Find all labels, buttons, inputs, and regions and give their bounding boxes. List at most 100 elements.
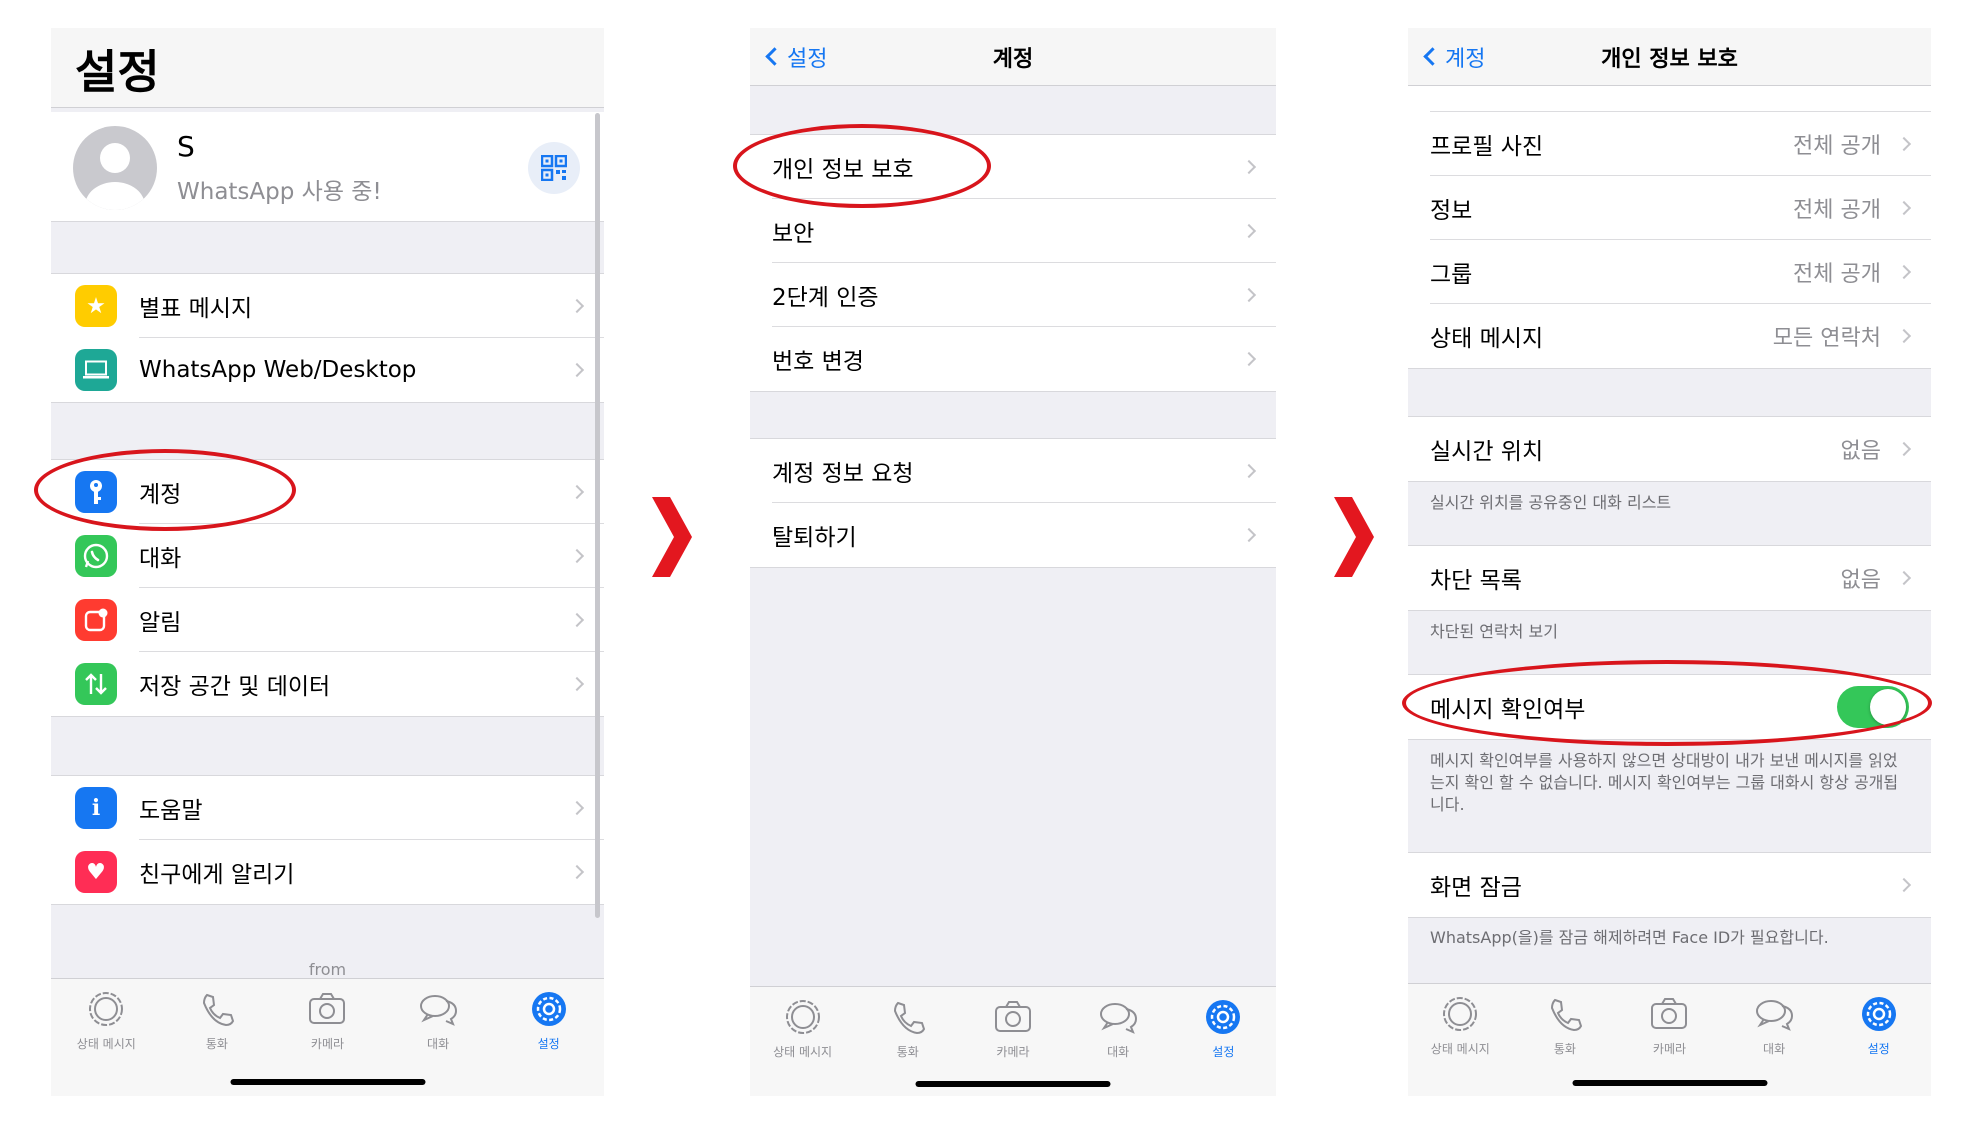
chevron-right-icon [1241,527,1257,543]
chevron-right-icon [569,612,585,628]
tab-calls[interactable]: 통화 [1520,994,1610,1057]
key-icon [75,471,117,513]
row-live-location[interactable]: 실시간 위치 없음 [1408,417,1931,481]
chevron-right-icon [1896,441,1912,457]
row-profile-photo[interactable]: 프로필 사진 전체 공개 [1408,112,1931,176]
row-chats[interactable]: 대화 [51,524,604,588]
status-icon [785,1000,820,1034]
chevron-right-icon [1896,200,1912,216]
row-tell-a-friend[interactable]: ♥ 친구에게 알리기 [51,840,604,904]
privacy-group-blocked: 차단 목록 없음 [1408,545,1931,611]
home-indicator[interactable] [230,1079,425,1085]
chevron-right-icon [1241,223,1257,239]
privacy-screen: 프로필 사진 전체 공개 정보 전체 공개 그룹 전체 공개 상태 메시지 모든 연락처… [1408,28,1931,1096]
notification-icon [75,599,117,641]
tab-settings[interactable]: 설정 [1178,997,1268,1060]
live-location-footnote: 실시간 위치를 공유중인 대화 리스트 [1430,493,1672,512]
row-whatsapp-web[interactable]: WhatsApp Web/Desktop [51,338,604,402]
row-status[interactable]: 상태 메시지 모든 연락처 [1408,304,1931,368]
row-storage-data[interactable]: 저장 공간 및 데이터 [51,652,604,716]
chevron-right-icon [569,298,585,314]
chevron-right-icon [1896,264,1912,280]
chevron-right-icon [1241,159,1257,175]
page-title: 계정 [992,46,1034,72]
tab-chats[interactable]: 대화 [1073,997,1163,1060]
account-group-2: 계정 정보 요청 탈퇴하기 [750,438,1276,568]
privacy-header: 계정 개인 정보 보호 [1408,28,1931,86]
settings-group-starred-web: ★ 별표 메시지 WhatsApp Web/Desktop [51,273,604,403]
laptop-icon [75,349,117,391]
screen-lock-footnote: WhatsApp(을)를 잠금 해제하려면 Face ID가 필요합니다. [1430,928,1829,947]
chevron-right-icon [1241,287,1257,303]
chevron-right-icon [569,362,585,378]
row-request-account-info[interactable]: 계정 정보 요청 [750,439,1276,503]
chat-bubbles-icon [420,995,458,1026]
status-icon [89,992,124,1026]
camera-icon [309,993,346,1024]
account-header: 설정 계정 [750,28,1276,86]
row-screen-lock[interactable]: 화면 잠금 [1408,853,1931,917]
row-security[interactable]: 보안 [750,199,1276,263]
home-indicator[interactable] [915,1081,1111,1087]
tab-chats[interactable]: 대화 [393,989,483,1052]
settings-header: 설정 [51,28,604,108]
privacy-group-live-location: 실시간 위치 없음 [1408,416,1931,482]
tab-bar: 상태 메시지 통화 카메라 대화 설정 [51,978,604,1096]
tab-calls[interactable]: 통화 [863,997,953,1060]
qr-code-button[interactable] [528,142,580,194]
whatsapp-icon [75,535,117,577]
chevron-right-icon [1896,570,1912,586]
chevron-right-icon [1896,328,1912,344]
tab-chats[interactable]: 대화 [1729,994,1819,1057]
tab-status[interactable]: 상태 메시지 [758,997,848,1060]
chevron-right-icon [569,676,585,692]
tab-camera[interactable]: 카메라 [968,997,1058,1060]
heart-icon: ♥ [75,851,117,893]
row-about[interactable]: 정보 전체 공개 [1408,176,1931,240]
tab-settings[interactable]: 설정 [1834,994,1924,1057]
up-down-arrows-icon [75,663,117,705]
row-privacy[interactable]: 개인 정보 보호 [750,135,1276,199]
account-screen: 설정 계정 개인 정보 보호 보안 2단계 인증 번호 변경 계정 정보 요청 … [750,28,1276,1096]
row-groups[interactable]: 그룹 전체 공개 [1408,240,1931,304]
tab-calls[interactable]: 통화 [172,989,262,1052]
tab-bar: 상태 메시지 통화 카메라 대화 설정 [750,986,1276,1096]
privacy-group-screen-lock: 화면 잠금 [1408,852,1931,918]
read-receipts-toggle[interactable] [1837,686,1909,728]
scrollbar[interactable] [595,113,600,918]
home-indicator[interactable] [1572,1080,1767,1086]
row-delete-account[interactable]: 탈퇴하기 [750,503,1276,567]
chevron-right-icon [1241,463,1257,479]
settings-group-help: i 도움말 ♥ 친구에게 알리기 [51,775,604,905]
settings-gear-icon [1861,997,1896,1031]
toggle-knob [1870,689,1906,725]
chevron-right-icon [569,800,585,816]
chevron-right-icon [569,548,585,564]
chevron-right-icon [1896,136,1912,152]
account-group-1: 개인 정보 보호 보안 2단계 인증 번호 변경 [750,134,1276,392]
camera-icon [994,1001,1031,1032]
chat-bubbles-icon [1756,1000,1794,1031]
tab-camera[interactable]: 카메라 [1624,994,1714,1057]
tab-settings[interactable]: 설정 [504,989,594,1052]
row-starred-messages[interactable]: ★ 별표 메시지 [51,274,604,338]
arrow-right-icon [1334,497,1374,577]
row-two-step-verification[interactable]: 2단계 인증 [750,263,1276,327]
chevron-right-icon [1896,877,1912,893]
tab-status[interactable]: 상태 메시지 [1415,994,1505,1057]
blocked-footnote: 차단된 연락처 보기 [1430,622,1558,641]
read-receipts-footnote: 메시지 확인여부를 사용하지 않으면 상대방이 내가 보낸 메시지를 읽었는지 … [1430,751,1899,814]
phone-icon [202,993,234,1027]
tab-status[interactable]: 상태 메시지 [61,989,151,1052]
row-notifications[interactable]: 알림 [51,588,604,652]
row-blocked[interactable]: 차단 목록 없음 [1408,546,1931,610]
tab-camera[interactable]: 카메라 [282,989,372,1052]
row-account[interactable]: 계정 [51,460,604,524]
camera-icon [1651,998,1688,1029]
qr-code-icon [541,155,567,181]
row-help[interactable]: i 도움말 [51,776,604,840]
privacy-group-visibility: 프로필 사진 전체 공개 정보 전체 공개 그룹 전체 공개 상태 메시지 모든 연락처 [1408,80,1931,369]
from-text: from [308,960,347,979]
profile-card[interactable]: S WhatsApp 사용 중! [51,112,604,222]
row-change-number[interactable]: 번호 변경 [750,327,1276,391]
